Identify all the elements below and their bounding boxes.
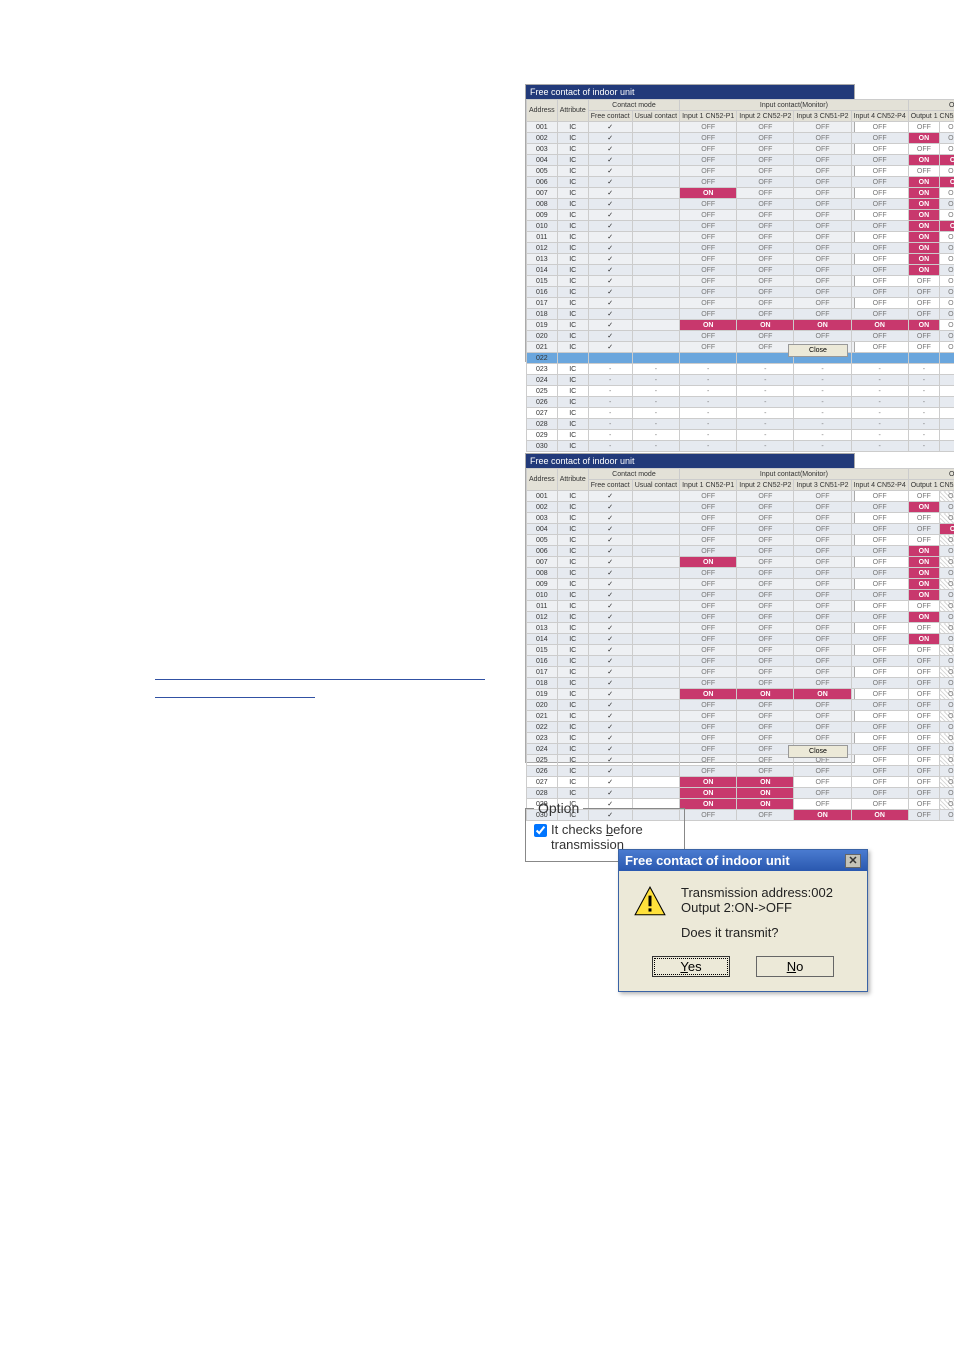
no-button[interactable]: No: [756, 956, 834, 977]
screenshot-manual-monitor: Free contact of indoor unit AddressAttri…: [525, 84, 855, 362]
transmit-confirm-dialog: Free contact of indoor unit ✕ Transmissi…: [618, 849, 868, 992]
body-underline-1: [155, 679, 485, 680]
option-legend: Option: [534, 800, 583, 816]
yes-button[interactable]: Yes: [652, 956, 730, 977]
screenshot-operation-contact: Free contact of indoor unit AddressAttri…: [525, 453, 855, 763]
indoor-unit-table-manual: AddressAttribute Contact mode Input cont…: [526, 99, 954, 452]
close-button[interactable]: Close: [788, 745, 848, 758]
dialog-title: Free contact of indoor unit: [625, 853, 790, 868]
window-title: Free contact of indoor unit: [526, 85, 854, 99]
window-title: Free contact of indoor unit: [526, 454, 854, 468]
it-checks-before-transmission-checkbox[interactable]: [534, 824, 547, 837]
warning-icon: [633, 885, 667, 919]
it-checks-before-transmission-label: It checks before transmission: [551, 822, 643, 852]
indoor-unit-table-operation: AddressAttribute Contact mode Input cont…: [526, 468, 954, 821]
dialog-close-icon[interactable]: ✕: [845, 854, 861, 868]
body-underline-2: [155, 697, 315, 698]
close-button[interactable]: Close: [788, 344, 848, 357]
dialog-message: Transmission address:002 Output 2:ON->OF…: [681, 885, 833, 940]
